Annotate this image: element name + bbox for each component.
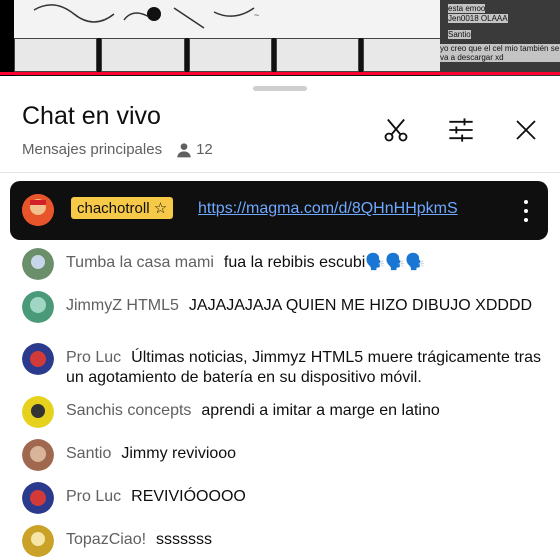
message-author[interactable]: JimmyZ HTML5 bbox=[66, 297, 179, 314]
person-icon bbox=[177, 142, 191, 157]
avatar[interactable] bbox=[22, 343, 54, 375]
pinned-link[interactable]: https://magma.com/d/8QHnHHpkmS bbox=[198, 200, 458, 218]
video-progress-bar[interactable] bbox=[0, 72, 560, 75]
header-divider bbox=[0, 172, 560, 173]
drag-handle[interactable] bbox=[253, 86, 307, 91]
viewer-count-value: 12 bbox=[196, 141, 213, 158]
overlay-line: Jen0018 OLAAA bbox=[448, 14, 508, 23]
scissors-icon bbox=[384, 118, 408, 142]
message-author[interactable]: Pro Luc bbox=[66, 349, 121, 366]
chat-mode-label: Mensajes principales bbox=[22, 141, 163, 158]
live-chat-panel: Chat en vivo Mensajes principales 12 cha… bbox=[0, 76, 560, 560]
thumbnail bbox=[363, 38, 447, 72]
avatar[interactable] bbox=[22, 482, 54, 514]
message-text: Jimmy revivioоо bbox=[121, 445, 237, 462]
message-author[interactable]: Tumba la casa mami bbox=[66, 254, 214, 271]
avatar[interactable] bbox=[22, 439, 54, 471]
message-text: Últimas noticias, Jimmyz HTML5 muere trá… bbox=[66, 349, 542, 386]
avatar-image bbox=[22, 194, 54, 226]
avatar[interactable] bbox=[22, 525, 54, 557]
thumbnail bbox=[188, 38, 272, 72]
message-author[interactable]: Sanchis concepts bbox=[66, 402, 191, 419]
message-text: sssssss bbox=[156, 531, 213, 548]
close-chat-button[interactable] bbox=[510, 114, 542, 146]
streamer-overlay: esta emoo Jen0018 OLAAA Santio yo creo q… bbox=[440, 0, 560, 76]
avatar[interactable] bbox=[22, 248, 54, 280]
thumbnail bbox=[101, 38, 185, 72]
avatar bbox=[22, 194, 54, 226]
chat-mode-selector[interactable]: Mensajes principales 12 bbox=[22, 141, 213, 158]
thumbnail bbox=[14, 38, 98, 72]
clip-button[interactable] bbox=[380, 114, 412, 146]
avatar[interactable] bbox=[22, 396, 54, 428]
svg-text:~: ~ bbox=[254, 10, 259, 20]
message-text: fua la rebibis escubi🗣️🗣️🗣️ bbox=[223, 254, 426, 271]
video-side-controls bbox=[0, 0, 14, 76]
pinned-author-badge[interactable]: chachotroll ☆ bbox=[71, 197, 174, 219]
message-text: aprendi a imitar a marge en latino bbox=[201, 402, 440, 419]
viewer-count: 12 bbox=[176, 141, 213, 158]
chat-settings-button[interactable] bbox=[445, 114, 477, 146]
close-icon bbox=[516, 120, 536, 140]
overlay-line: esta emoo bbox=[448, 4, 486, 13]
message-author[interactable]: TopazCiao! bbox=[66, 531, 146, 548]
more-vert-icon[interactable] bbox=[516, 197, 536, 225]
tune-icon bbox=[449, 118, 473, 142]
message-text: REVIVIÓOOOO bbox=[131, 488, 246, 505]
avatar[interactable] bbox=[22, 291, 54, 323]
pinned-message[interactable]: chachotroll ☆ https://magma.com/d/8QHnHH… bbox=[10, 181, 548, 240]
message-author[interactable]: Santio bbox=[66, 445, 111, 462]
message-author[interactable]: Pro Luc bbox=[66, 488, 121, 505]
video-player[interactable]: ~ esta emoo Jen0018 OLAAA Santio yo creo… bbox=[0, 0, 560, 76]
overlay-line: Santio bbox=[448, 30, 471, 39]
thumbnail bbox=[275, 38, 360, 72]
overlay-line: yo creo que el cel mio también se va a d… bbox=[440, 44, 560, 62]
chat-title: Chat en vivo bbox=[22, 102, 161, 130]
message-text: JAJAJAJAJA QUIEN ME HIZO DIBUJO XDDDD bbox=[188, 297, 533, 314]
